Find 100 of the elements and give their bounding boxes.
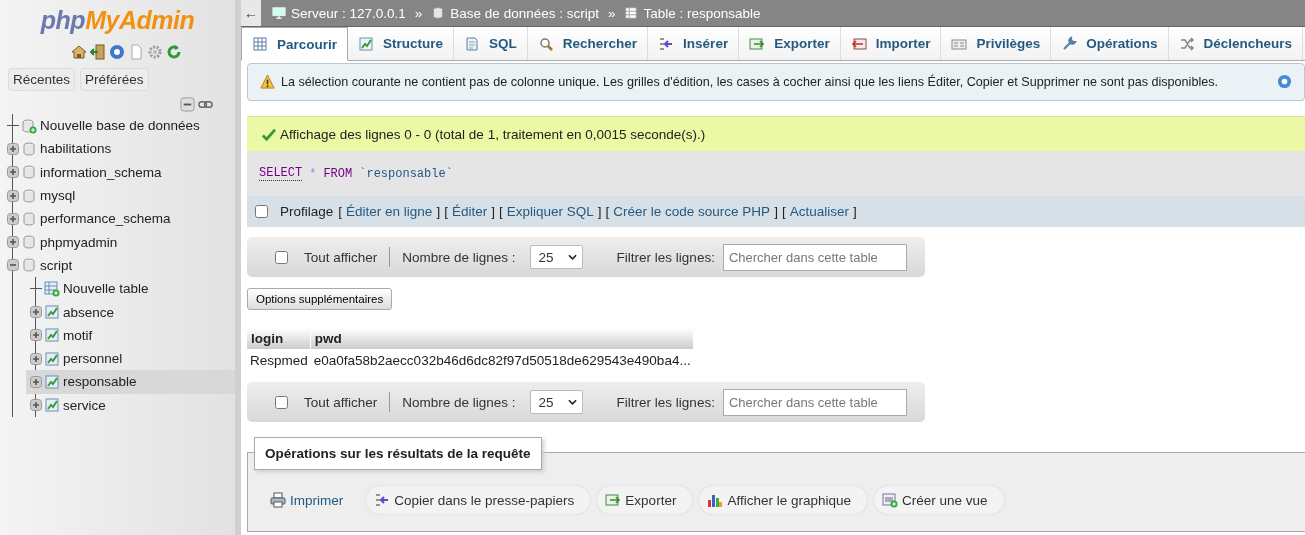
logo-text: php — [40, 6, 86, 34]
tab[interactable]: Structure — [348, 27, 455, 60]
breadcrumb-link[interactable]: Base de données : script — [450, 5, 599, 21]
tab[interactable]: Opérations — [1051, 27, 1169, 60]
action-link[interactable]: Créer le code source PHP — [613, 204, 771, 219]
database-icon — [431, 6, 446, 20]
operation-button[interactable]: Copier dans le presse-papiers — [366, 486, 591, 514]
search-icon — [537, 35, 554, 52]
tab[interactable]: Parcourir — [241, 27, 349, 61]
database-icon — [21, 257, 37, 274]
tree-item[interactable]: motif — [63, 327, 93, 343]
database-icon — [21, 140, 37, 157]
tab[interactable]: Importer — [840, 27, 942, 60]
column-header[interactable]: login — [247, 328, 311, 349]
tree-item[interactable]: service — [63, 397, 106, 413]
filter-field[interactable]: Chercher dans cette table — [722, 243, 907, 271]
breadcrumb-link[interactable]: Serveur : 127.0.0.1 — [291, 5, 406, 21]
extra-options-button[interactable]: Options supplémentaires — [247, 288, 393, 310]
expand-icon[interactable] — [7, 236, 19, 249]
expand-icon[interactable] — [30, 329, 42, 342]
caret-icon — [567, 399, 577, 405]
tree-item[interactable]: information_schema — [40, 164, 162, 180]
tree-item[interactable]: Nouvelle table — [63, 281, 149, 297]
check-icon — [261, 126, 276, 142]
breadcrumb-link[interactable]: Table : responsable — [643, 5, 761, 21]
bracket: ] — [774, 204, 778, 219]
tree-item[interactable]: script — [40, 257, 73, 273]
bracket: ] — [491, 204, 495, 219]
expand-icon[interactable] — [7, 166, 19, 179]
database-icon — [21, 210, 37, 227]
back-button[interactable]: ← — [241, 0, 261, 26]
action-link[interactable]: Éditer — [451, 204, 488, 219]
exit-icon[interactable] — [90, 44, 106, 60]
show-all-checkbox[interactable] — [275, 250, 288, 264]
document-icon — [464, 35, 481, 52]
show-all-label: Tout afficher — [304, 394, 378, 410]
tree-item[interactable]: Nouvelle base de données — [40, 118, 200, 134]
action-link[interactable]: Expliquer SQL — [506, 204, 594, 219]
import-icon — [850, 35, 867, 52]
profiling-checkbox[interactable] — [255, 205, 268, 218]
chart-icon — [44, 397, 60, 414]
collapse-all-icon[interactable] — [180, 97, 195, 112]
tab[interactable]: Déclencheurs — [1168, 27, 1304, 60]
table-icon — [624, 6, 639, 20]
database-icon — [21, 187, 37, 204]
expand-icon[interactable] — [30, 352, 42, 365]
arrow-icon — [374, 492, 391, 508]
table-cell-text: e0a0fa58b2aecc032b46d6dc82f97d50518de629543e490ba4... — [312, 352, 692, 370]
table-icon — [252, 36, 268, 52]
operation-button[interactable]: Imprimer — [262, 486, 360, 514]
operation-button[interactable]: Créer une vue — [874, 486, 1004, 514]
warning-icon — [260, 74, 275, 89]
success-text: Affichage des lignes 0 - 0 (total de 1, traitement en 0,0015 seconde(s).) — [280, 126, 706, 142]
column-header[interactable]: pwd — [310, 328, 694, 349]
tree-item[interactable]: habilitations — [40, 141, 112, 157]
rows-select[interactable]: 25 — [529, 390, 583, 414]
database-icon — [21, 164, 37, 181]
expand-icon[interactable] — [30, 375, 42, 388]
bracket: [ — [444, 204, 448, 219]
printer-icon — [270, 492, 286, 508]
expand-icon[interactable] — [30, 306, 42, 318]
rows-label: Nombre de lignes : — [402, 249, 516, 265]
collapse-icon[interactable] — [7, 259, 19, 272]
tab[interactable]: Privilèges — [941, 27, 1052, 60]
show-all-checkbox[interactable] — [275, 395, 288, 409]
tree-item[interactable]: phpmyadmin — [40, 234, 118, 250]
bar-chart-icon — [707, 492, 724, 508]
sidebar-tab[interactable]: Récentes — [8, 68, 76, 91]
profiling-label: Profilage — [280, 204, 334, 219]
arrow-icon — [658, 35, 675, 52]
action-link[interactable]: Actualiser — [789, 204, 849, 219]
database-icon — [21, 234, 37, 251]
action-link[interactable]: Éditer en ligne — [346, 204, 433, 219]
chart-icon — [44, 350, 60, 367]
operation-button[interactable]: Afficher le graphique — [699, 486, 867, 514]
chart-icon — [44, 327, 60, 344]
tree-item[interactable]: performance_schema — [40, 211, 171, 227]
tab[interactable]: Insérer — [648, 27, 740, 60]
tab[interactable]: Rechercher — [527, 27, 649, 60]
export-icon — [605, 492, 622, 508]
expand-icon[interactable] — [30, 399, 42, 412]
chart-icon — [44, 373, 60, 390]
expand-icon[interactable] — [7, 189, 19, 202]
tree-item[interactable]: mysql — [40, 188, 76, 204]
tab[interactable]: Exporter — [739, 27, 841, 60]
sidebar-tab[interactable]: Préférées — [80, 68, 149, 91]
rows-select[interactable]: 25 — [529, 245, 583, 269]
tree-item[interactable]: absence — [63, 304, 115, 320]
notice-text: La sélection courante ne contient pas de colonne unique. Les grilles d'édition, les cases à cocher ainsi que les liens Éditer, Copier et Supprimer ne sont pas disponibles. — [281, 74, 1219, 89]
reload-icon[interactable] — [166, 44, 182, 60]
tree-item[interactable]: personnel — [63, 351, 123, 367]
operation-button[interactable]: Exporter — [597, 486, 693, 514]
home-icon[interactable] — [71, 44, 87, 60]
expand-icon[interactable] — [7, 142, 19, 155]
tab[interactable]: SQL — [454, 27, 528, 60]
expand-icon[interactable] — [7, 212, 19, 225]
export-icon — [749, 35, 766, 52]
breadcrumb-separator: » — [607, 5, 616, 21]
rows-label: Nombre de lignes : — [402, 394, 516, 410]
filter-field[interactable]: Chercher dans cette table — [722, 388, 907, 416]
